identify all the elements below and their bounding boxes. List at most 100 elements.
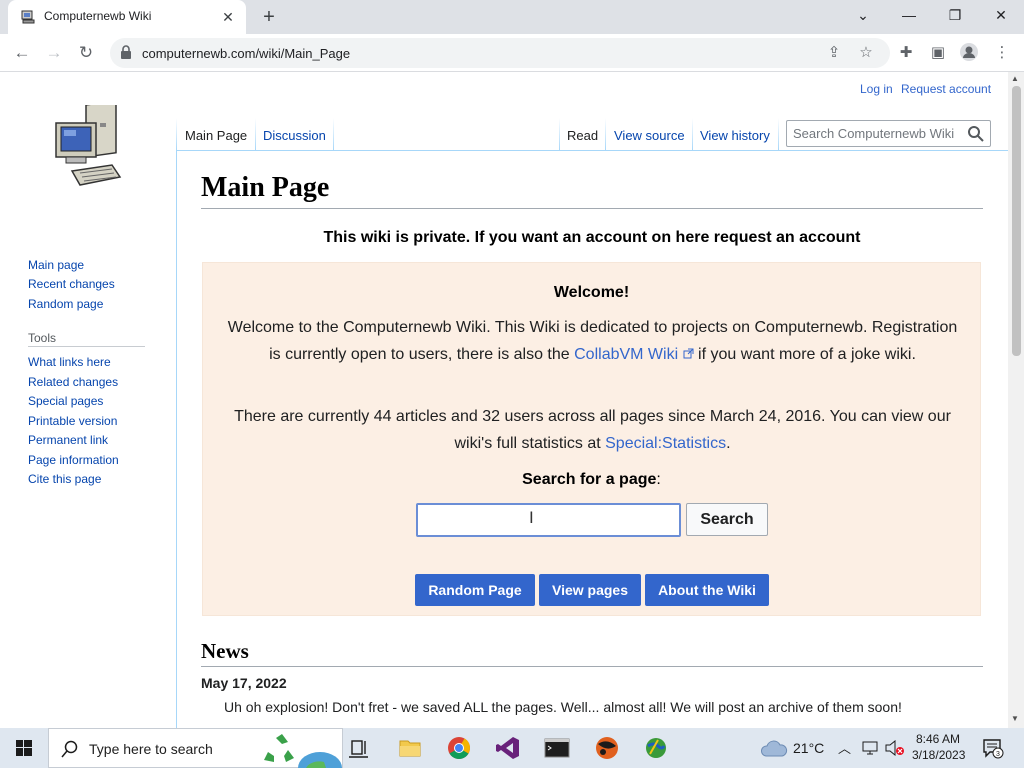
tab-discussion[interactable]: Discussion: [263, 128, 326, 143]
sidebar-item-special-pages[interactable]: Special pages: [28, 394, 103, 408]
tab-separator: [692, 118, 693, 150]
tab-separator: [176, 118, 177, 150]
bookmark-star-icon[interactable]: ☆: [856, 43, 876, 63]
sidebar-item-related-changes[interactable]: Related changes: [28, 375, 118, 389]
chrome-icon[interactable]: [439, 732, 479, 764]
back-icon[interactable]: ←: [9, 40, 35, 66]
network-globe-icon[interactable]: [636, 732, 676, 764]
special-statistics-link[interactable]: Special:Statistics: [605, 435, 726, 452]
random-page-button[interactable]: Random Page: [415, 574, 535, 606]
wiki-logo-computer-icon[interactable]: [50, 105, 126, 197]
stats-text-1: There are currently 44 articles and 32 u…: [234, 408, 951, 452]
content-left-border: [176, 150, 177, 730]
browser-tab[interactable]: Computernewb Wiki ✕: [8, 0, 246, 34]
wiki-search-placeholder: Search Computernewb Wiki: [793, 126, 955, 141]
task-view-icon[interactable]: [340, 732, 380, 764]
lock-icon[interactable]: [120, 45, 132, 59]
page-search-input[interactable]: [416, 503, 681, 537]
browser-tab-strip: Computernewb Wiki ✕ + ⌄ — ❐ ✕: [0, 0, 1024, 34]
tab-title: Computernewb Wiki: [44, 9, 152, 23]
about-wiki-button[interactable]: About the Wiki: [645, 574, 769, 606]
collabvm-wiki-link[interactable]: CollabVM Wiki: [574, 346, 694, 363]
scroll-thumb[interactable]: [1012, 86, 1021, 356]
close-tab-icon[interactable]: ✕: [218, 7, 238, 27]
tab-read[interactable]: Read: [567, 128, 598, 143]
search-button[interactable]: Search: [686, 503, 768, 536]
url-text: computernewb.com/wiki/Main_Page: [142, 46, 351, 61]
sidebar-item-printable-version[interactable]: Printable version: [28, 414, 117, 428]
sidebar-item-main-page[interactable]: Main page: [28, 258, 84, 272]
login-link[interactable]: Log in: [860, 82, 893, 96]
news-heading: News: [201, 639, 249, 663]
view-pages-button[interactable]: View pages: [539, 574, 641, 606]
file-explorer-icon[interactable]: [390, 732, 430, 764]
request-account-link[interactable]: Request account: [901, 82, 991, 96]
sidebar-item-permanent-link[interactable]: Permanent link: [28, 433, 108, 447]
tab-view-history[interactable]: View history: [700, 128, 770, 143]
wiki-search-input[interactable]: Search Computernewb Wiki: [786, 120, 991, 147]
share-icon[interactable]: ⇪: [824, 43, 844, 63]
welcome-box: Welcome! Welcome to the Computernewb Wik…: [202, 262, 981, 616]
taskbar-clock[interactable]: 8:46 AM 3/18/2023: [912, 731, 965, 763]
menu-icon[interactable]: ⋮: [991, 42, 1013, 64]
search-icon: [61, 740, 78, 758]
tab-separator: [778, 118, 779, 150]
tab-separator: [559, 118, 560, 150]
scroll-down-arrow-icon[interactable]: ▼: [1011, 714, 1019, 723]
address-bar[interactable]: computernewb.com/wiki/Main_Page ⇪ ☆: [110, 38, 890, 68]
minimize-icon[interactable]: —: [886, 0, 932, 32]
cloudy-weather-icon[interactable]: [760, 740, 788, 758]
weather-temperature[interactable]: 21°C: [793, 740, 824, 756]
page-scrollbar[interactable]: ▲ ▼: [1008, 72, 1024, 728]
search-label-text: Search for a page: [522, 471, 657, 488]
welcome-paragraph: Welcome to the Computernewb Wiki. This W…: [221, 314, 964, 368]
visual-studio-icon[interactable]: [489, 732, 529, 764]
tab-separator: [255, 118, 256, 150]
virtualbox-ball-icon[interactable]: [587, 732, 627, 764]
sidebar-item-recent-changes[interactable]: Recent changes: [28, 277, 115, 291]
new-tab-icon[interactable]: +: [257, 5, 281, 29]
browser-toolbar: ← → ↻ computernewb.com/wiki/Main_Page ⇪ …: [0, 34, 1024, 72]
sidebar-item-cite-this-page[interactable]: Cite this page: [28, 472, 101, 486]
forward-icon[interactable]: →: [41, 40, 67, 66]
title-divider: [201, 208, 983, 209]
sidebar-item-random-page[interactable]: Random page: [28, 297, 103, 311]
wiki-favicon-icon: [21, 10, 35, 24]
sidebar-item-what-links-here[interactable]: What links here: [28, 355, 111, 369]
restore-icon[interactable]: ❐: [932, 0, 978, 32]
tab-separator: [333, 118, 334, 150]
sidebar-item-page-information[interactable]: Page information: [28, 453, 119, 467]
search-icon[interactable]: [967, 125, 984, 142]
news-date: May 17, 2022: [201, 675, 287, 691]
volume-muted-icon[interactable]: [884, 740, 904, 756]
side-panel-icon[interactable]: ▣: [927, 42, 949, 64]
tab-main-page[interactable]: Main Page: [185, 128, 247, 143]
tab-search-chevron-icon[interactable]: ⌄: [840, 0, 886, 32]
external-link-icon: [683, 348, 694, 359]
profile-icon[interactable]: [958, 42, 980, 64]
sidebar-divider: [28, 346, 145, 347]
tab-view-source[interactable]: View source: [614, 128, 685, 143]
taskbar-search-box[interactable]: Type here to search: [48, 728, 343, 768]
scroll-up-arrow-icon[interactable]: ▲: [1011, 74, 1019, 83]
extensions-icon[interactable]: ✚: [895, 42, 917, 64]
search-for-page-label: Search for a page:: [203, 471, 980, 489]
taskbar-search-placeholder: Type here to search: [89, 741, 213, 757]
windows-start-icon[interactable]: [0, 728, 48, 768]
terminal-icon[interactable]: [537, 732, 577, 764]
welcome-text-2: if you want more of a joke wiki.: [693, 346, 916, 363]
notification-center-icon[interactable]: 3: [982, 737, 1004, 759]
welcome-title: Welcome!: [553, 284, 630, 301]
close-window-icon[interactable]: ✕: [978, 0, 1024, 32]
tab-separator: [605, 118, 606, 150]
news-divider: [201, 666, 983, 667]
windows-taskbar: Type here to search 21°C ︿ 8:46 AM 3/18/…: [0, 728, 1024, 768]
network-icon[interactable]: [862, 740, 880, 756]
show-hidden-icons-chevron-icon[interactable]: ︿: [838, 738, 851, 757]
reload-icon[interactable]: ↻: [73, 40, 99, 66]
text-cursor-icon: I: [529, 508, 534, 527]
collabvm-wiki-link-text: CollabVM Wiki: [574, 346, 679, 363]
news-text: Uh oh explosion! Don't fret - we saved A…: [224, 699, 902, 715]
clock-time: 8:46 AM: [915, 732, 961, 746]
stats-text-2: .: [726, 435, 731, 452]
